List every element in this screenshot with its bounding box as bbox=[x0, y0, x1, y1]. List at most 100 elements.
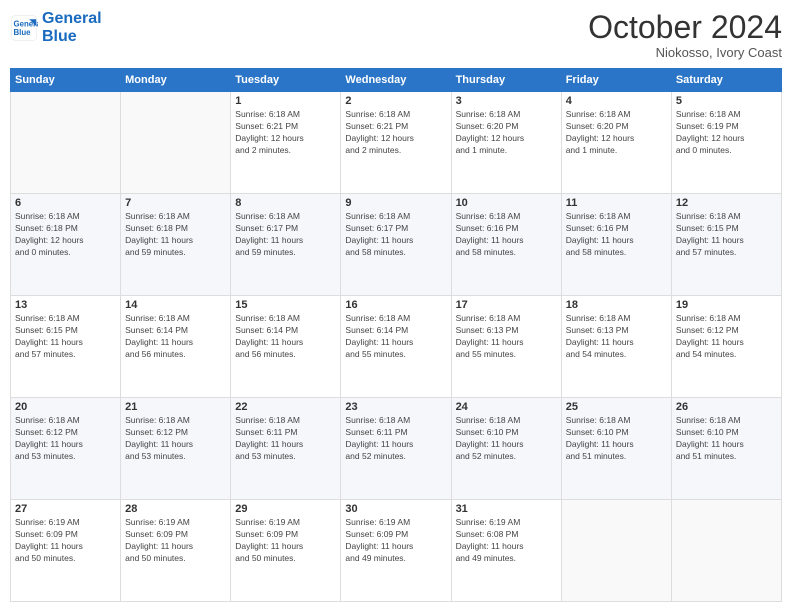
calendar-cell: 9 Sunrise: 6:18 AM Sunset: 6:17 PM Daylig… bbox=[341, 194, 451, 296]
calendar-cell: 18 Sunrise: 6:18 AM Sunset: 6:13 PM Dayli… bbox=[561, 296, 671, 398]
calendar-cell bbox=[121, 92, 231, 194]
day-number: 30 bbox=[345, 503, 446, 515]
weekday-header-friday: Friday bbox=[561, 69, 671, 92]
location: Niokosso, Ivory Coast bbox=[588, 45, 782, 60]
page: General Blue GeneralBlue October 2024 Ni… bbox=[0, 0, 792, 612]
calendar-cell: 19 Sunrise: 6:18 AM Sunset: 6:12 PM Dayli… bbox=[671, 296, 781, 398]
day-info: Sunrise: 6:18 AM Sunset: 6:20 PM Dayligh… bbox=[456, 109, 557, 157]
weekday-header-thursday: Thursday bbox=[451, 69, 561, 92]
calendar-cell: 15 Sunrise: 6:18 AM Sunset: 6:14 PM Dayli… bbox=[231, 296, 341, 398]
day-info: Sunrise: 6:18 AM Sunset: 6:15 PM Dayligh… bbox=[676, 211, 777, 259]
day-number: 8 bbox=[235, 197, 336, 209]
week-row-2: 6 Sunrise: 6:18 AM Sunset: 6:18 PM Daylig… bbox=[11, 194, 782, 296]
weekday-header-row: SundayMondayTuesdayWednesdayThursdayFrid… bbox=[11, 69, 782, 92]
day-info: Sunrise: 6:19 AM Sunset: 6:09 PM Dayligh… bbox=[235, 517, 336, 565]
calendar-body: 1 Sunrise: 6:18 AM Sunset: 6:21 PM Daylig… bbox=[11, 92, 782, 602]
svg-text:Blue: Blue bbox=[14, 28, 32, 37]
day-info: Sunrise: 6:18 AM Sunset: 6:12 PM Dayligh… bbox=[125, 415, 226, 463]
day-number: 27 bbox=[15, 503, 116, 515]
day-info: Sunrise: 6:18 AM Sunset: 6:14 PM Dayligh… bbox=[235, 313, 336, 361]
day-info: Sunrise: 6:18 AM Sunset: 6:10 PM Dayligh… bbox=[676, 415, 777, 463]
calendar-cell: 30 Sunrise: 6:19 AM Sunset: 6:09 PM Dayli… bbox=[341, 500, 451, 602]
day-number: 9 bbox=[345, 197, 446, 209]
day-info: Sunrise: 6:18 AM Sunset: 6:20 PM Dayligh… bbox=[566, 109, 667, 157]
calendar-cell: 31Sunrise: 6:19 AM Sunset: 6:08 PM Dayli… bbox=[451, 500, 561, 602]
header: General Blue GeneralBlue October 2024 Ni… bbox=[10, 10, 782, 60]
calendar-cell: 11Sunrise: 6:18 AM Sunset: 6:16 PM Dayli… bbox=[561, 194, 671, 296]
day-info: Sunrise: 6:18 AM Sunset: 6:10 PM Dayligh… bbox=[566, 415, 667, 463]
day-number: 28 bbox=[125, 503, 226, 515]
day-info: Sunrise: 6:19 AM Sunset: 6:08 PM Dayligh… bbox=[456, 517, 557, 565]
calendar-cell: 10 Sunrise: 6:18 AM Sunset: 6:16 PM Dayli… bbox=[451, 194, 561, 296]
day-number: 2 bbox=[345, 95, 446, 107]
day-number: 3 bbox=[456, 95, 557, 107]
day-info: Sunrise: 6:18 AM Sunset: 6:12 PM Dayligh… bbox=[15, 415, 116, 463]
day-number: 17 bbox=[456, 299, 557, 311]
calendar-cell: 12 Sunrise: 6:18 AM Sunset: 6:15 PM Dayli… bbox=[671, 194, 781, 296]
calendar-cell: 6Sunrise: 6:18 AM Sunset: 6:18 PM Daylig… bbox=[11, 194, 121, 296]
day-number: 6 bbox=[15, 197, 116, 209]
day-number: 5 bbox=[676, 95, 777, 107]
day-info: Sunrise: 6:18 AM Sunset: 6:17 PM Dayligh… bbox=[235, 211, 336, 259]
calendar-cell: 16 Sunrise: 6:18 AM Sunset: 6:14 PM Dayli… bbox=[341, 296, 451, 398]
week-row-3: 13 Sunrise: 6:18 AM Sunset: 6:15 PM Dayli… bbox=[11, 296, 782, 398]
calendar-cell: 7Sunrise: 6:18 AM Sunset: 6:18 PM Daylig… bbox=[121, 194, 231, 296]
calendar-cell: 3 Sunrise: 6:18 AM Sunset: 6:20 PM Daylig… bbox=[451, 92, 561, 194]
day-number: 22 bbox=[235, 401, 336, 413]
calendar-cell: 22 Sunrise: 6:18 AM Sunset: 6:11 PM Dayli… bbox=[231, 398, 341, 500]
day-number: 19 bbox=[676, 299, 777, 311]
calendar-cell: 20Sunrise: 6:18 AM Sunset: 6:12 PM Dayli… bbox=[11, 398, 121, 500]
day-info: Sunrise: 6:18 AM Sunset: 6:16 PM Dayligh… bbox=[456, 211, 557, 259]
day-number: 24 bbox=[456, 401, 557, 413]
day-number: 14 bbox=[125, 299, 226, 311]
day-info: Sunrise: 6:19 AM Sunset: 6:09 PM Dayligh… bbox=[345, 517, 446, 565]
day-info: Sunrise: 6:18 AM Sunset: 6:12 PM Dayligh… bbox=[676, 313, 777, 361]
day-info: Sunrise: 6:18 AM Sunset: 6:15 PM Dayligh… bbox=[15, 313, 116, 361]
day-info: Sunrise: 6:18 AM Sunset: 6:13 PM Dayligh… bbox=[566, 313, 667, 361]
weekday-header-tuesday: Tuesday bbox=[231, 69, 341, 92]
day-number: 1 bbox=[235, 95, 336, 107]
day-info: Sunrise: 6:18 AM Sunset: 6:11 PM Dayligh… bbox=[235, 415, 336, 463]
day-info: Sunrise: 6:18 AM Sunset: 6:14 PM Dayligh… bbox=[345, 313, 446, 361]
calendar-cell: 17Sunrise: 6:18 AM Sunset: 6:13 PM Dayli… bbox=[451, 296, 561, 398]
day-number: 23 bbox=[345, 401, 446, 413]
day-info: Sunrise: 6:18 AM Sunset: 6:18 PM Dayligh… bbox=[125, 211, 226, 259]
calendar-cell: 5 Sunrise: 6:18 AM Sunset: 6:19 PM Daylig… bbox=[671, 92, 781, 194]
week-row-1: 1 Sunrise: 6:18 AM Sunset: 6:21 PM Daylig… bbox=[11, 92, 782, 194]
day-info: Sunrise: 6:18 AM Sunset: 6:11 PM Dayligh… bbox=[345, 415, 446, 463]
calendar-cell: 24Sunrise: 6:18 AM Sunset: 6:10 PM Dayli… bbox=[451, 398, 561, 500]
day-number: 21 bbox=[125, 401, 226, 413]
weekday-header-monday: Monday bbox=[121, 69, 231, 92]
day-number: 10 bbox=[456, 197, 557, 209]
weekday-header-saturday: Saturday bbox=[671, 69, 781, 92]
day-number: 13 bbox=[15, 299, 116, 311]
day-number: 18 bbox=[566, 299, 667, 311]
day-info: Sunrise: 6:18 AM Sunset: 6:21 PM Dayligh… bbox=[235, 109, 336, 157]
logo-icon: General Blue bbox=[10, 14, 38, 42]
calendar-cell: 2 Sunrise: 6:18 AM Sunset: 6:21 PM Daylig… bbox=[341, 92, 451, 194]
calendar-cell: 21 Sunrise: 6:18 AM Sunset: 6:12 PM Dayli… bbox=[121, 398, 231, 500]
day-info: Sunrise: 6:19 AM Sunset: 6:09 PM Dayligh… bbox=[125, 517, 226, 565]
calendar-cell: 27Sunrise: 6:19 AM Sunset: 6:09 PM Dayli… bbox=[11, 500, 121, 602]
calendar-cell: 1 Sunrise: 6:18 AM Sunset: 6:21 PM Daylig… bbox=[231, 92, 341, 194]
week-row-5: 27 Sunrise: 6:19 AM Sunset: 6:09 PM Dayli… bbox=[11, 500, 782, 602]
day-info: Sunrise: 6:18 AM Sunset: 6:17 PM Dayligh… bbox=[345, 211, 446, 259]
logo: General Blue GeneralBlue bbox=[10, 10, 102, 45]
day-number: 15 bbox=[235, 299, 336, 311]
calendar: SundayMondayTuesdayWednesdayThursdayFrid… bbox=[10, 68, 782, 602]
day-info: Sunrise: 6:18 AM Sunset: 6:14 PM Dayligh… bbox=[125, 313, 226, 361]
day-number: 26 bbox=[676, 401, 777, 413]
day-number: 12 bbox=[676, 197, 777, 209]
day-number: 16 bbox=[345, 299, 446, 311]
weekday-header-sunday: Sunday bbox=[11, 69, 121, 92]
calendar-cell: 23 Sunrise: 6:18 AM Sunset: 6:11 PM Dayli… bbox=[341, 398, 451, 500]
calendar-cell: 14 Sunrise: 6:18 AM Sunset: 6:14 PM Dayli… bbox=[121, 296, 231, 398]
calendar-cell: 29Sunrise: 6:19 AM Sunset: 6:09 PM Dayli… bbox=[231, 500, 341, 602]
calendar-cell: 4Sunrise: 6:18 AM Sunset: 6:20 PM Daylig… bbox=[561, 92, 671, 194]
day-info: Sunrise: 6:18 AM Sunset: 6:19 PM Dayligh… bbox=[676, 109, 777, 157]
day-info: Sunrise: 6:18 AM Sunset: 6:16 PM Dayligh… bbox=[566, 211, 667, 259]
month-title: October 2024 bbox=[588, 10, 782, 45]
day-info: Sunrise: 6:18 AM Sunset: 6:21 PM Dayligh… bbox=[345, 109, 446, 157]
weekday-header-wednesday: Wednesday bbox=[341, 69, 451, 92]
calendar-cell: 28 Sunrise: 6:19 AM Sunset: 6:09 PM Dayli… bbox=[121, 500, 231, 602]
